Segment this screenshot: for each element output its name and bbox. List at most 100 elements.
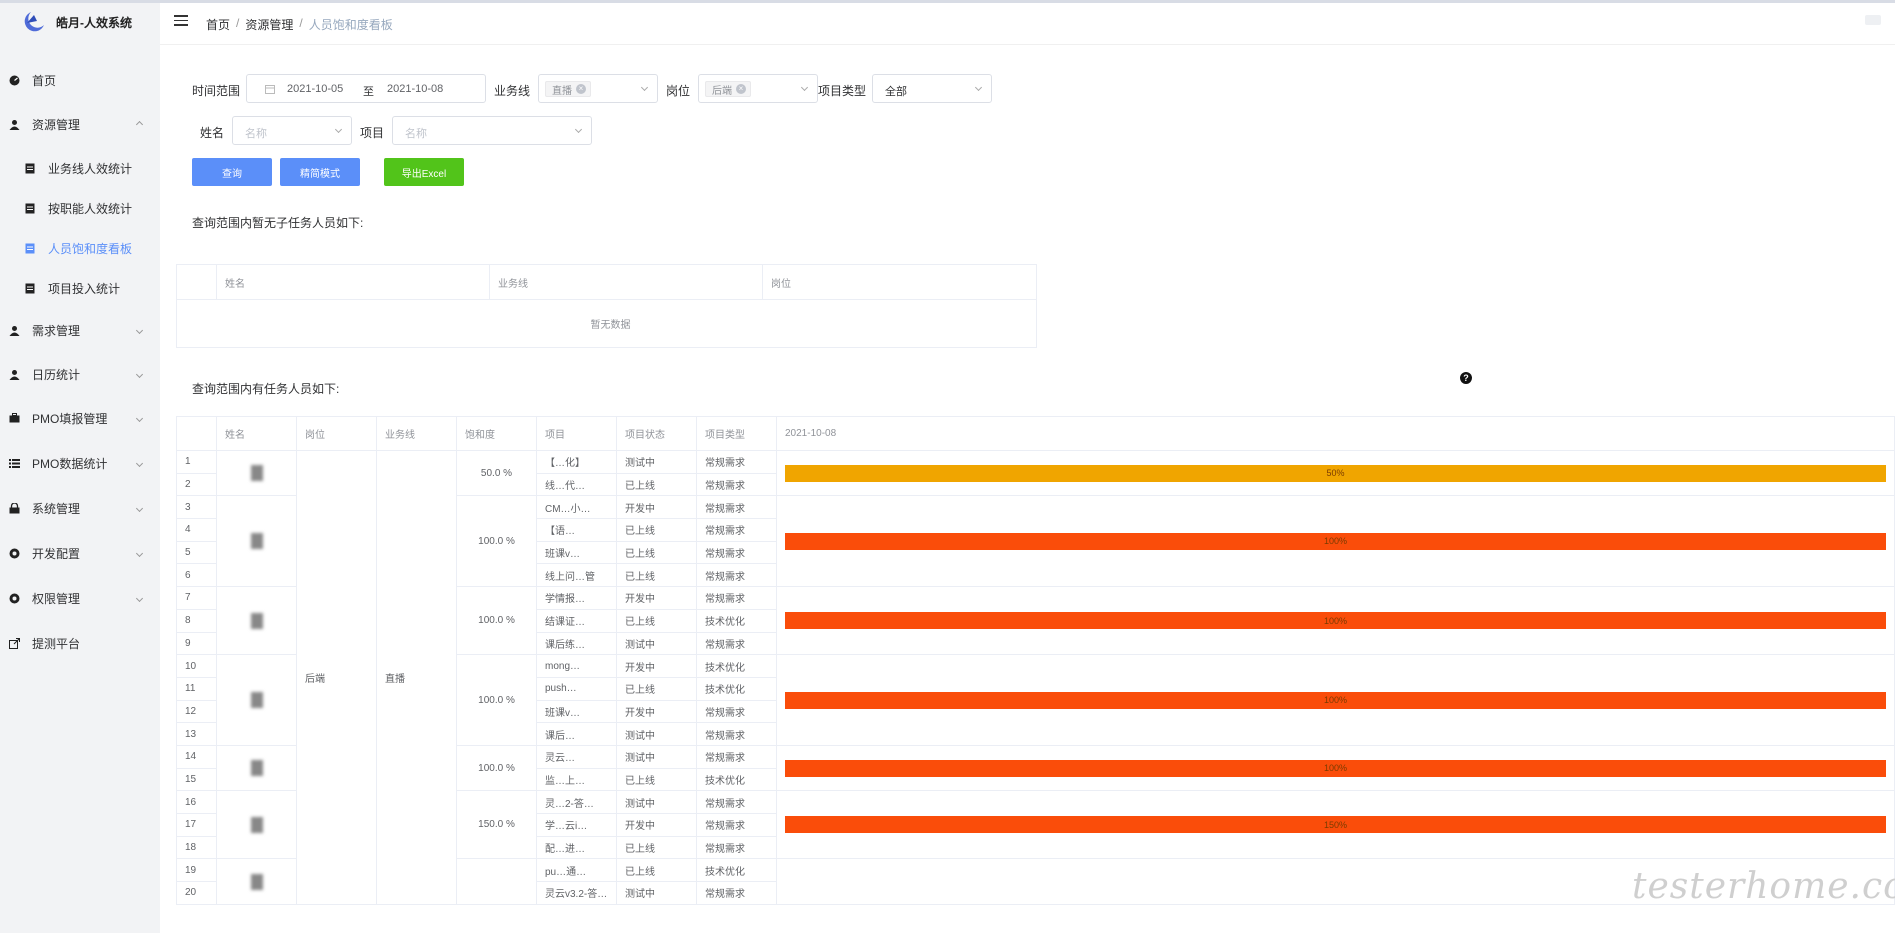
date-bar-cell: 100% <box>776 586 1895 656</box>
project-status-cell: 开发中 <box>616 813 697 837</box>
project-status-cell: 已上线 <box>616 472 697 497</box>
sidebar-item[interactable]: 开发配置 <box>0 540 160 566</box>
sidebar-item-label: PMO填报管理 <box>32 411 108 426</box>
project-status-cell: 开发中 <box>616 654 697 678</box>
date-range-picker[interactable]: 2021-10-05 至 2021-10-08 <box>246 74 486 103</box>
project-type-cell: 常规需求 <box>696 563 777 588</box>
sidebar-item-label: 需求管理 <box>32 323 81 338</box>
name-cell <box>216 654 297 746</box>
header-cell: 项目状态 <box>616 416 697 451</box>
project-type-cell: 常规需求 <box>696 518 777 542</box>
project-type-cell: 常规需求 <box>696 495 777 520</box>
project-cell: 监…上… <box>536 767 617 792</box>
name-select[interactable]: 名称 <box>232 116 352 145</box>
post-select[interactable]: 后端 × <box>698 74 818 103</box>
chevron-down-icon <box>135 594 144 602</box>
project-type-cell: 技术优化 <box>696 676 777 701</box>
chevron-down-icon <box>135 459 144 467</box>
row-index: 9 <box>176 631 217 656</box>
export-excel-button[interactable]: 导出Excel <box>384 158 464 186</box>
sidebar-item[interactable]: 权限管理 <box>0 585 160 611</box>
project-status-cell: 测试中 <box>616 790 697 814</box>
project-cell: pu…通… <box>536 858 617 883</box>
table-row: 1 后端 直播 50.0 % 【…化】 测试中 常规需求 50% <box>176 449 1895 905</box>
row-index: 3 <box>176 495 217 520</box>
saturation-cell <box>456 858 537 905</box>
sidebar-item[interactable]: PMO数据统计 <box>0 450 160 476</box>
row-index: 6 <box>176 563 217 588</box>
sidebar-item[interactable]: 日历统计 <box>0 361 160 387</box>
header-cell: 项目 <box>536 416 617 451</box>
saturation-bar: 100% <box>785 759 1886 777</box>
menu-toggle-icon[interactable] <box>174 15 188 27</box>
row-index: 5 <box>176 540 217 565</box>
sidebar-item[interactable]: 按职能人效统计 <box>0 195 160 221</box>
query-button[interactable]: 查询 <box>192 158 272 186</box>
help-icon[interactable]: ? <box>1460 372 1472 384</box>
project-select[interactable]: 名称 <box>392 116 592 145</box>
breadcrumb-section[interactable]: 资源管理 <box>245 16 293 33</box>
user-icon <box>8 118 20 130</box>
tag-close-icon[interactable]: × <box>736 84 746 94</box>
project-cell: 灵…2-答… <box>536 790 617 814</box>
sidebar-item[interactable]: 首页 <box>0 67 160 93</box>
breadcrumb-home[interactable]: 首页 <box>206 16 230 33</box>
sidebar-item[interactable]: 人员饱和度看板 <box>0 235 160 261</box>
app-logo[interactable]: 皓月-人效系统 <box>0 3 160 41</box>
project-type-cell: 常规需求 <box>696 586 777 610</box>
sidebar-item[interactable]: 项目投入统计 <box>0 275 160 301</box>
user-icon <box>8 324 20 336</box>
project-type-cell: 常规需求 <box>696 813 777 837</box>
date-bar-cell: 100% <box>776 495 1895 588</box>
chevron-down-icon <box>974 83 983 92</box>
sidebar-item[interactable]: PMO填报管理 <box>0 405 160 431</box>
sidebar-item-label: 业务线人效统计 <box>48 161 133 176</box>
project-type-select[interactable]: 全部 <box>872 74 992 103</box>
project-status-cell: 测试中 <box>616 631 697 656</box>
breadcrumb-separator: / <box>236 16 240 30</box>
sidebar-item[interactable]: 需求管理 <box>0 317 160 343</box>
date-start[interactable]: 2021-10-05 <box>287 83 343 95</box>
sidebar-item-label: 项目投入统计 <box>48 281 121 296</box>
date-bar-cell: 100% <box>776 654 1895 746</box>
sidebar-item[interactable]: 系统管理 <box>0 495 160 521</box>
chevron-down-icon <box>574 125 583 134</box>
list-icon <box>8 457 20 469</box>
tag-close-icon[interactable]: × <box>576 84 586 94</box>
row-index: 4 <box>176 518 217 542</box>
blurred-name <box>250 533 263 550</box>
project-cell: 学…云i… <box>536 813 617 837</box>
post-tag: 后端 × <box>705 81 751 97</box>
header-cell: 饱和度 <box>456 416 537 451</box>
sidebar-item[interactable]: 提测平台 <box>0 630 160 656</box>
project-status-cell: 已上线 <box>616 767 697 792</box>
row-index: 11 <box>176 676 217 701</box>
project-cell: 灵云… <box>536 744 617 769</box>
empty-text: 暂无数据 <box>176 299 1037 348</box>
project-type-value: 全部 <box>885 86 907 98</box>
project-status-cell: 已上线 <box>616 563 697 588</box>
row-index: 7 <box>176 586 217 610</box>
saturation-bar: 100% <box>785 691 1886 709</box>
blurred-name <box>250 692 263 709</box>
project-type-cell: 常规需求 <box>696 450 777 474</box>
project-cell: 线…代… <box>536 472 617 497</box>
busy-section-title: 查询范围内有任务人员如下: <box>192 382 340 396</box>
project-cell: CM…小… <box>536 495 617 520</box>
name-cell <box>216 790 297 860</box>
date-end[interactable]: 2021-10-08 <box>387 83 443 95</box>
row-index: 20 <box>176 881 217 905</box>
project-cell: 课后练… <box>536 631 617 656</box>
sidebar-item[interactable]: 业务线人效统计 <box>0 155 160 181</box>
user-avatar[interactable] <box>1865 15 1881 25</box>
row-index: 2 <box>176 472 217 497</box>
business-line-select[interactable]: 直播 × <box>538 74 658 103</box>
saturation-bar: 50% <box>785 464 1886 482</box>
lock-icon <box>8 502 20 514</box>
saturation-cell: 150.0 % <box>456 790 537 860</box>
row-index: 17 <box>176 813 217 837</box>
row-index: 19 <box>176 858 217 883</box>
project-type-cell: 常规需求 <box>696 881 777 905</box>
simple-mode-button[interactable]: 精简模式 <box>280 158 360 186</box>
sidebar-item[interactable]: 资源管理 <box>0 111 160 137</box>
